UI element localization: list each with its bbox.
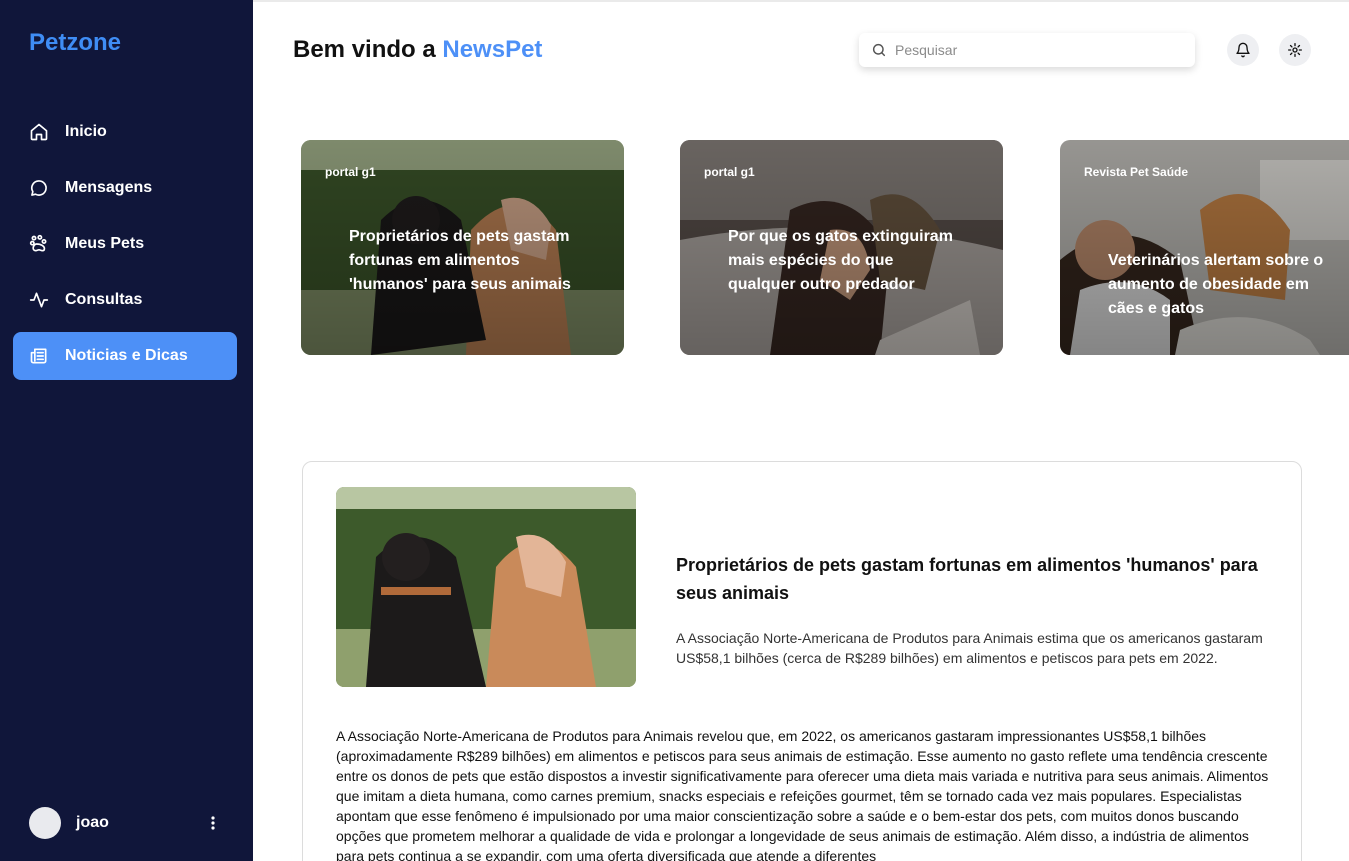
news-card-source: portal g1 bbox=[325, 165, 376, 179]
sidebar-item-consultas[interactable]: Consultas bbox=[13, 276, 237, 324]
home-icon bbox=[29, 122, 49, 142]
sidebar-item-inicio[interactable]: Inicio bbox=[13, 108, 237, 156]
search-icon bbox=[871, 42, 887, 58]
bell-icon bbox=[1235, 42, 1251, 58]
news-card[interactable]: Revista Pet Saúde Veterinários alertam s… bbox=[1060, 140, 1349, 355]
settings-button[interactable] bbox=[1279, 34, 1311, 66]
news-card-source: portal g1 bbox=[704, 165, 755, 179]
activity-icon bbox=[29, 290, 49, 310]
avatar[interactable] bbox=[29, 807, 61, 839]
page-title: Bem vindo a NewsPet bbox=[293, 36, 542, 64]
more-vertical-icon[interactable] bbox=[203, 813, 223, 833]
greeting-text: Bem vindo a bbox=[293, 36, 436, 63]
newspaper-icon bbox=[29, 346, 49, 366]
sidebar-item-noticias[interactable]: Noticias e Dicas bbox=[13, 332, 237, 380]
article-summary: A Associação Norte-Americana de Produtos… bbox=[676, 630, 1263, 666]
sidebar-item-mensagens[interactable]: Mensagens bbox=[13, 164, 237, 212]
header-divider bbox=[253, 0, 1349, 2]
paw-icon bbox=[29, 234, 49, 254]
sidebar-item-label: Consultas bbox=[65, 291, 143, 308]
sidebar-item-label: Noticias e Dicas bbox=[65, 347, 188, 364]
user-name: joao bbox=[76, 814, 109, 831]
news-card-title: Por que os gatos extinguiram mais espéci… bbox=[728, 228, 953, 293]
news-card-source: Revista Pet Saúde bbox=[1084, 165, 1189, 179]
sidebar-item-meus-pets[interactable]: Meus Pets bbox=[13, 220, 237, 268]
article-panel: Proprietários de pets gastam fortunas em… bbox=[302, 461, 1302, 861]
sidebar-nav: Inicio Mensagens Meus Pets Consultas Not… bbox=[13, 108, 237, 388]
article-body: A Associação Norte-Americana de Produtos… bbox=[336, 728, 1269, 861]
gear-icon bbox=[1287, 42, 1303, 58]
message-icon bbox=[29, 178, 49, 198]
article-image bbox=[336, 487, 636, 687]
news-card-title: Proprietários de pets gastam fortunas em… bbox=[349, 228, 571, 293]
article-title: Proprietários de pets gastam fortunas em… bbox=[676, 555, 1258, 603]
notifications-button[interactable] bbox=[1227, 34, 1259, 66]
user-profile[interactable]: joao bbox=[29, 807, 239, 839]
news-card[interactable]: portal g1 Por que os gatos extinguiram m… bbox=[680, 140, 1003, 355]
search-input[interactable] bbox=[895, 42, 1175, 58]
news-card[interactable]: portal g1 Proprietários de pets gastam f… bbox=[301, 140, 624, 355]
search-box[interactable] bbox=[859, 33, 1195, 67]
sidebar-item-label: Meus Pets bbox=[65, 235, 145, 252]
greeting-accent: NewsPet bbox=[442, 36, 543, 63]
sidebar-item-label: Mensagens bbox=[65, 179, 153, 196]
sidebar-item-label: Inicio bbox=[65, 123, 107, 140]
sidebar: Petzone Inicio Mensagens Meus Pets Consu… bbox=[0, 0, 253, 861]
brand-logo[interactable]: Petzone bbox=[29, 29, 121, 57]
news-card-title: Veterinários alertam sobre o aumento de … bbox=[1108, 252, 1324, 317]
